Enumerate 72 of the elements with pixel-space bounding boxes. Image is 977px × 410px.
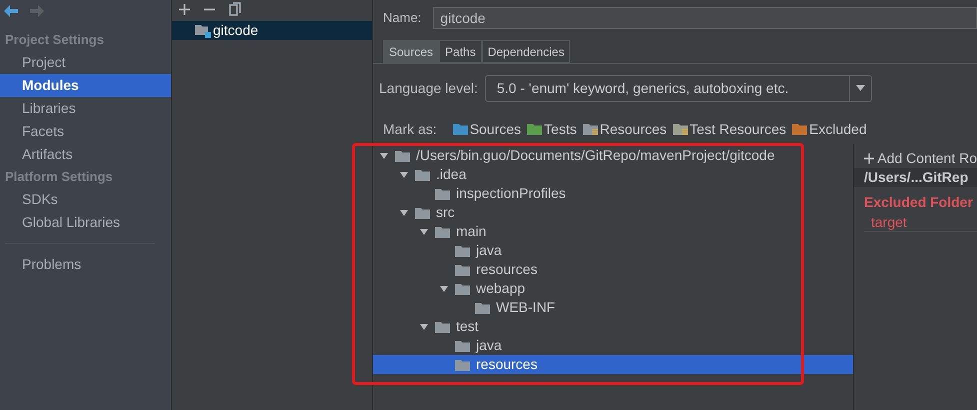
module-item[interactable]: gitcode: [172, 21, 372, 40]
folder-name: inspectionProfiles: [456, 184, 566, 203]
tree-row[interactable]: java: [373, 241, 853, 260]
section-header: Platform Settings: [4, 168, 114, 186]
mark-as-button[interactable]: Sources: [452, 118, 522, 140]
folder-name: main: [456, 222, 486, 241]
name-label: Name:: [383, 9, 422, 28]
back-arrow-icon[interactable]: [4, 5, 18, 17]
tree-row[interactable]: main: [373, 222, 853, 241]
language-level-label: Language level:: [379, 78, 478, 98]
folder-icon: [455, 282, 470, 294]
folder-icon: [455, 340, 470, 352]
folder-icon: [455, 264, 470, 276]
add-content-root-link[interactable]: Add Content Ro: [877, 148, 977, 168]
folder-icon: [455, 358, 470, 370]
sidebar-item[interactable]: Modules: [0, 74, 171, 97]
mark-as-button[interactable]: Tests: [527, 118, 577, 140]
sidebar-item[interactable]: Project: [0, 51, 171, 74]
sidebar-item[interactable]: Problems: [0, 253, 171, 276]
dropdown-caret-icon: [856, 85, 865, 91]
name-field[interactable]: gitcode: [433, 7, 977, 29]
copy-icon[interactable]: [229, 2, 242, 16]
tab[interactable]: Dependencies: [482, 40, 570, 63]
tree-row[interactable]: webapp: [373, 279, 853, 298]
sidebar-item[interactable]: Global Libraries: [0, 211, 171, 234]
add-icon[interactable]: [864, 152, 874, 164]
tab[interactable]: Sources: [383, 40, 440, 63]
tree-row[interactable]: resources: [373, 260, 853, 279]
sidebar-item[interactable]: Artifacts: [0, 143, 171, 166]
folder-icon: [475, 302, 490, 314]
tree-row[interactable]: WEB-INF: [373, 298, 853, 317]
tree-row[interactable]: resources: [373, 355, 853, 374]
excluded-folders-title: Excluded Folder: [864, 193, 974, 212]
folder-icon: [455, 244, 470, 256]
folder-icon: [415, 168, 430, 180]
content-root-path[interactable]: /Users/...GitRep: [854, 168, 977, 187]
folder-icon: [395, 150, 410, 162]
expand-down-icon[interactable]: [439, 284, 449, 294]
tree-row[interactable]: java: [373, 336, 853, 355]
sidebar-item[interactable]: Facets: [0, 120, 171, 143]
expand-down-icon[interactable]: [419, 322, 429, 332]
sidebar-item[interactable]: SDKs: [0, 188, 171, 211]
folder-icon: [415, 206, 430, 218]
module-folder-icon: [195, 24, 211, 38]
tree-row[interactable]: test: [373, 317, 853, 336]
mark-as-button[interactable]: Excluded: [792, 118, 867, 140]
folder-name: src: [436, 203, 455, 222]
mark-as-button[interactable]: Resources: [582, 118, 667, 140]
folder-name: resources: [476, 355, 538, 374]
folder-name: webapp: [476, 279, 526, 298]
folder-icon: [435, 226, 450, 238]
folder-name: java: [476, 241, 502, 260]
add-icon[interactable]: [179, 4, 190, 14]
sidebar-item[interactable]: Libraries: [0, 97, 171, 120]
tab[interactable]: Paths: [439, 40, 482, 63]
excluded-folder: target: [864, 213, 977, 232]
folder-name: .idea: [436, 165, 466, 184]
mark-as-button[interactable]: Test Resources: [672, 118, 786, 140]
tree-row[interactable]: inspectionProfiles: [373, 184, 853, 203]
folder-name: /Users/bin.guo/Documents/GitRepo/mavenProject/gitcode: [416, 146, 775, 165]
folder-icon: [435, 320, 450, 332]
folder-icon: [435, 188, 450, 200]
folder-name: WEB-INF: [496, 298, 556, 317]
section-header: Project Settings: [4, 31, 105, 50]
mark-as-label: Mark as:: [383, 120, 437, 138]
folder-name: test: [456, 317, 479, 336]
tree-row[interactable]: .idea: [373, 165, 853, 184]
folder-name: resources: [476, 260, 538, 279]
folder-name: java: [476, 336, 502, 355]
tree-row[interactable]: src: [373, 203, 853, 222]
tree-row[interactable]: /Users/bin.guo/Documents/GitRepo/mavenProject/gitcode: [373, 146, 853, 165]
language-level-dropdown[interactable]: 5.0 - 'enum' keyword, generics, autoboxing etc.: [484, 74, 872, 102]
